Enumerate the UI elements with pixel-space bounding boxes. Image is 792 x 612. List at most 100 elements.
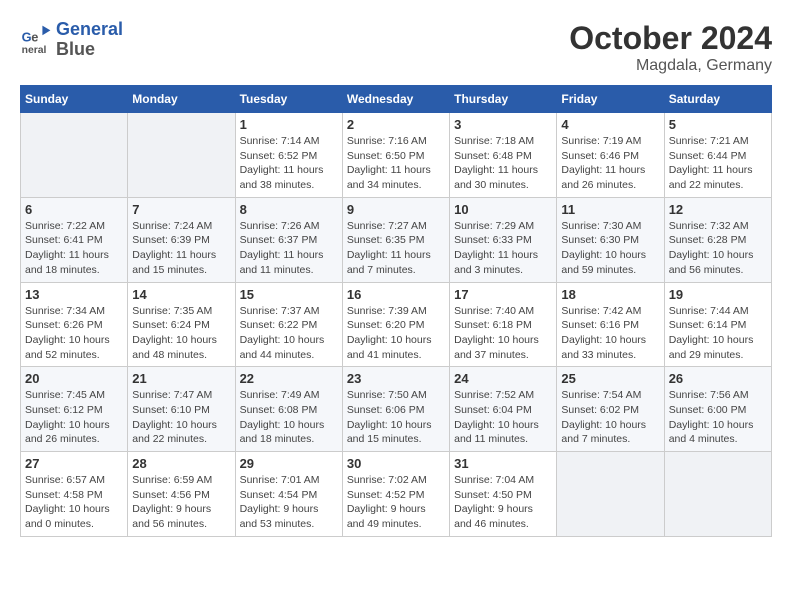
calendar-week-row: 20 Sunrise: 7:45 AMSunset: 6:12 PMDayligh…: [21, 367, 772, 452]
day-number: 14: [132, 287, 230, 302]
calendar-cell: 18 Sunrise: 7:42 AMSunset: 6:16 PMDayligh…: [557, 282, 664, 367]
calendar-cell: 20 Sunrise: 7:45 AMSunset: 6:12 PMDayligh…: [21, 367, 128, 452]
day-number: 26: [669, 371, 767, 386]
svg-text:neral: neral: [22, 45, 47, 56]
calendar-week-row: 27 Sunrise: 6:57 AMSunset: 4:58 PMDayligh…: [21, 452, 772, 537]
day-detail: Sunrise: 7:47 AMSunset: 6:10 PMDaylight:…: [132, 388, 230, 447]
calendar-cell: 14 Sunrise: 7:35 AMSunset: 6:24 PMDayligh…: [128, 282, 235, 367]
calendar-cell: 30 Sunrise: 7:02 AMSunset: 4:52 PMDayligh…: [342, 452, 449, 537]
title-block: October 2024 Magdala, Germany: [569, 20, 772, 75]
calendar-week-row: 6Sunrise: 7:22 AMSunset: 6:41 PMDaylight…: [21, 197, 772, 282]
day-number: 24: [454, 371, 552, 386]
page-header: G e neral General Blue October 2024 Magd…: [20, 20, 772, 75]
calendar-cell: 13Sunrise: 7:34 AMSunset: 6:26 PMDayligh…: [21, 282, 128, 367]
day-detail: Sunrise: 7:16 AMSunset: 6:50 PMDaylight:…: [347, 134, 445, 193]
logo-text: General Blue: [56, 20, 123, 60]
calendar-cell: 12Sunrise: 7:32 AMSunset: 6:28 PMDayligh…: [664, 197, 771, 282]
calendar-cell: 6Sunrise: 7:22 AMSunset: 6:41 PMDaylight…: [21, 197, 128, 282]
calendar-cell: [664, 452, 771, 537]
day-detail: Sunrise: 7:42 AMSunset: 6:16 PMDaylight:…: [561, 304, 659, 363]
day-number: 2: [347, 117, 445, 132]
calendar-cell: 23Sunrise: 7:50 AMSunset: 6:06 PMDayligh…: [342, 367, 449, 452]
day-number: 10: [454, 202, 552, 217]
day-detail: Sunrise: 7:50 AMSunset: 6:06 PMDaylight:…: [347, 388, 445, 447]
day-number: 3: [454, 117, 552, 132]
day-number: 16: [347, 287, 445, 302]
calendar-cell: 24 Sunrise: 7:52 AMSunset: 6:04 PMDayligh…: [450, 367, 557, 452]
day-number: 30: [347, 456, 445, 471]
day-number: 5: [669, 117, 767, 132]
day-detail: Sunrise: 7:18 AMSunset: 6:48 PMDaylight:…: [454, 134, 552, 193]
day-detail: Sunrise: 7:01 AMSunset: 4:54 PMDaylight:…: [240, 473, 338, 532]
day-number: 8: [240, 202, 338, 217]
day-detail: Sunrise: 7:24 AMSunset: 6:39 PMDaylight:…: [132, 219, 230, 278]
calendar-cell: 31Sunrise: 7:04 AMSunset: 4:50 PMDayligh…: [450, 452, 557, 537]
day-number: 13: [25, 287, 123, 302]
calendar-cell: 29Sunrise: 7:01 AMSunset: 4:54 PMDayligh…: [235, 452, 342, 537]
day-detail: Sunrise: 7:39 AMSunset: 6:20 PMDaylight:…: [347, 304, 445, 363]
calendar-header: SundayMondayTuesdayWednesdayThursdayFrid…: [21, 86, 772, 113]
calendar-cell: 11 Sunrise: 7:30 AMSunset: 6:30 PMDayligh…: [557, 197, 664, 282]
svg-text:e: e: [31, 29, 38, 44]
day-number: 11: [561, 202, 659, 217]
day-number: 19: [669, 287, 767, 302]
day-detail: Sunrise: 7:19 AMSunset: 6:46 PMDaylight:…: [561, 134, 659, 193]
calendar-cell: 16 Sunrise: 7:39 AMSunset: 6:20 PMDayligh…: [342, 282, 449, 367]
calendar-cell: [557, 452, 664, 537]
day-detail: Sunrise: 7:45 AMSunset: 6:12 PMDaylight:…: [25, 388, 123, 447]
calendar-cell: 25 Sunrise: 7:54 AMSunset: 6:02 PMDayligh…: [557, 367, 664, 452]
day-number: 4: [561, 117, 659, 132]
calendar-cell: 8 Sunrise: 7:26 AMSunset: 6:37 PMDaylight…: [235, 197, 342, 282]
day-number: 25: [561, 371, 659, 386]
day-detail: Sunrise: 7:22 AMSunset: 6:41 PMDaylight:…: [25, 219, 123, 278]
day-detail: Sunrise: 7:29 AMSunset: 6:33 PMDaylight:…: [454, 219, 552, 278]
calendar-cell: 28Sunrise: 6:59 AMSunset: 4:56 PMDayligh…: [128, 452, 235, 537]
location-subtitle: Magdala, Germany: [569, 57, 772, 75]
day-detail: Sunrise: 7:21 AMSunset: 6:44 PMDaylight:…: [669, 134, 767, 193]
header-day: Wednesday: [342, 86, 449, 113]
calendar-cell: 15Sunrise: 7:37 AMSunset: 6:22 PMDayligh…: [235, 282, 342, 367]
calendar-cell: 26 Sunrise: 7:56 AMSunset: 6:00 PMDayligh…: [664, 367, 771, 452]
calendar-cell: 17 Sunrise: 7:40 AMSunset: 6:18 PMDayligh…: [450, 282, 557, 367]
day-detail: Sunrise: 7:26 AMSunset: 6:37 PMDaylight:…: [240, 219, 338, 278]
header-day: Monday: [128, 86, 235, 113]
day-number: 1: [240, 117, 338, 132]
header-day: Tuesday: [235, 86, 342, 113]
day-detail: Sunrise: 7:30 AMSunset: 6:30 PMDaylight:…: [561, 219, 659, 278]
day-detail: Sunrise: 6:59 AMSunset: 4:56 PMDaylight:…: [132, 473, 230, 532]
day-detail: Sunrise: 7:49 AMSunset: 6:08 PMDaylight:…: [240, 388, 338, 447]
calendar-cell: 2 Sunrise: 7:16 AMSunset: 6:50 PMDaylight…: [342, 113, 449, 198]
month-title: October 2024: [569, 20, 772, 57]
day-detail: Sunrise: 7:44 AMSunset: 6:14 PMDaylight:…: [669, 304, 767, 363]
day-detail: Sunrise: 6:57 AMSunset: 4:58 PMDaylight:…: [25, 473, 123, 532]
day-detail: Sunrise: 7:14 AMSunset: 6:52 PMDaylight:…: [240, 134, 338, 193]
calendar-cell: 22Sunrise: 7:49 AMSunset: 6:08 PMDayligh…: [235, 367, 342, 452]
day-number: 31: [454, 456, 552, 471]
day-detail: Sunrise: 7:40 AMSunset: 6:18 PMDaylight:…: [454, 304, 552, 363]
day-detail: Sunrise: 7:02 AMSunset: 4:52 PMDaylight:…: [347, 473, 445, 532]
calendar-cell: [21, 113, 128, 198]
calendar-cell: 19 Sunrise: 7:44 AMSunset: 6:14 PMDayligh…: [664, 282, 771, 367]
calendar-cell: 21Sunrise: 7:47 AMSunset: 6:10 PMDayligh…: [128, 367, 235, 452]
calendar-cell: 10 Sunrise: 7:29 AMSunset: 6:33 PMDayligh…: [450, 197, 557, 282]
day-detail: Sunrise: 7:56 AMSunset: 6:00 PMDaylight:…: [669, 388, 767, 447]
day-detail: Sunrise: 7:35 AMSunset: 6:24 PMDaylight:…: [132, 304, 230, 363]
day-number: 18: [561, 287, 659, 302]
calendar-cell: 5 Sunrise: 7:21 AMSunset: 6:44 PMDaylight…: [664, 113, 771, 198]
day-number: 17: [454, 287, 552, 302]
calendar-cell: 9 Sunrise: 7:27 AMSunset: 6:35 PMDaylight…: [342, 197, 449, 282]
day-number: 20: [25, 371, 123, 386]
day-number: 9: [347, 202, 445, 217]
calendar-cell: 4 Sunrise: 7:19 AMSunset: 6:46 PMDaylight…: [557, 113, 664, 198]
day-detail: Sunrise: 7:27 AMSunset: 6:35 PMDaylight:…: [347, 219, 445, 278]
day-detail: Sunrise: 7:54 AMSunset: 6:02 PMDaylight:…: [561, 388, 659, 447]
svg-text:G: G: [22, 29, 32, 44]
calendar-table: SundayMondayTuesdayWednesdayThursdayFrid…: [20, 85, 772, 537]
header-day: Thursday: [450, 86, 557, 113]
calendar-week-row: 1 Sunrise: 7:14 AMSunset: 6:52 PMDaylight…: [21, 113, 772, 198]
calendar-cell: 1 Sunrise: 7:14 AMSunset: 6:52 PMDaylight…: [235, 113, 342, 198]
day-detail: Sunrise: 7:52 AMSunset: 6:04 PMDaylight:…: [454, 388, 552, 447]
day-number: 27: [25, 456, 123, 471]
day-number: 12: [669, 202, 767, 217]
day-detail: Sunrise: 7:37 AMSunset: 6:22 PMDaylight:…: [240, 304, 338, 363]
